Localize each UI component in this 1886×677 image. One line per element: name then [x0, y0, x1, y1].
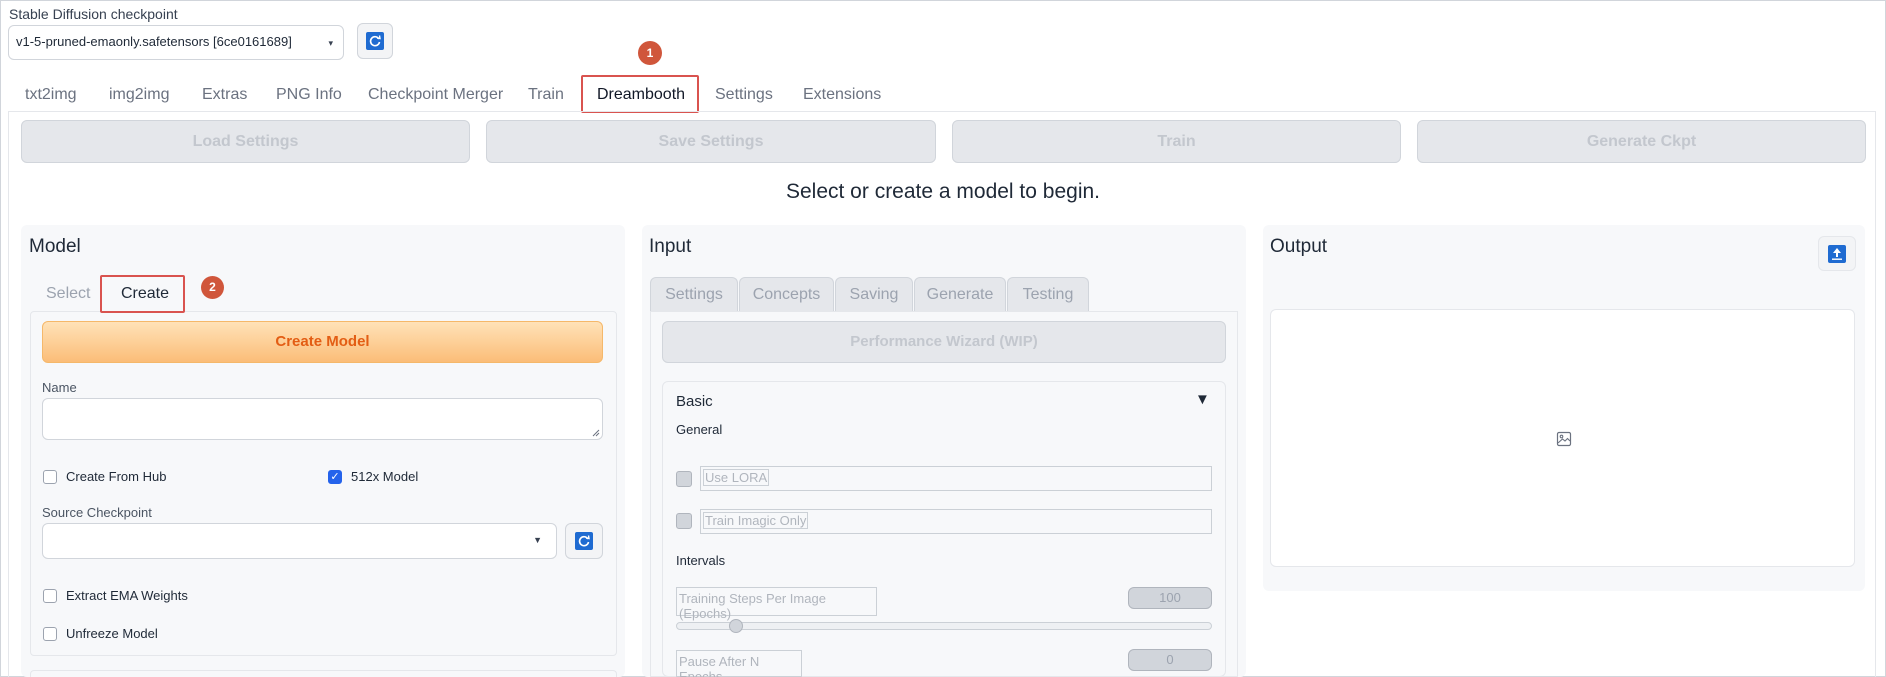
- tab-extras[interactable]: Extras: [202, 80, 247, 110]
- next-section-edge: [30, 670, 617, 677]
- checkpoint-refresh-button[interactable]: [357, 23, 393, 59]
- use-lora-field: Use LORA: [700, 466, 1212, 491]
- intervals-section-label: Intervals: [676, 553, 726, 568]
- refresh-icon: [575, 532, 593, 550]
- input-title: Input: [649, 236, 692, 257]
- training-steps-label-box: Training Steps Per Image (Epochs): [676, 587, 877, 621]
- pause-epochs-input[interactable]: 0: [1128, 649, 1212, 671]
- input-tab-saving[interactable]: Saving: [835, 277, 913, 311]
- name-input[interactable]: [42, 398, 603, 440]
- extract-ema-checkbox[interactable]: [43, 589, 57, 603]
- training-steps-slider-thumb[interactable]: [729, 619, 743, 633]
- generate-ckpt-button[interactable]: Generate Ckpt: [1417, 120, 1866, 163]
- status-message: Select or create a model to begin.: [785, 180, 1100, 203]
- model-512x-checkbox[interactable]: ✓: [328, 470, 342, 484]
- save-settings-button[interactable]: Save Settings: [486, 120, 936, 163]
- input-tab-testing[interactable]: Testing: [1007, 277, 1089, 311]
- general-section-label: General: [676, 422, 723, 437]
- tab-txt2img[interactable]: txt2img: [25, 80, 77, 110]
- name-label: Name: [42, 380, 77, 395]
- tab-extensions[interactable]: Extensions: [803, 80, 881, 110]
- refresh-icon: [366, 32, 384, 50]
- output-gallery: [1270, 309, 1855, 567]
- basic-accordion-title[interactable]: Basic: [676, 393, 713, 410]
- tab-train[interactable]: Train: [528, 80, 564, 110]
- source-checkpoint-label: Source Checkpoint: [42, 505, 152, 520]
- triangle-down-icon[interactable]: ▼: [1195, 391, 1210, 408]
- create-from-hub-checkbox[interactable]: [43, 470, 57, 484]
- checkpoint-dropdown[interactable]: v1-5-pruned-emaonly.safetensors [6ce0161…: [8, 25, 344, 60]
- resize-handle-icon[interactable]: [592, 429, 600, 437]
- unfreeze-model-checkbox[interactable]: [43, 627, 57, 641]
- create-from-hub-label: Create From Hub: [66, 469, 167, 484]
- train-imagic-label: Train Imagic Only: [703, 512, 809, 529]
- chevron-down-icon: ▾: [328, 38, 333, 48]
- training-steps-input[interactable]: 100: [1128, 587, 1212, 609]
- dreambooth-tab-highlight: [581, 75, 699, 113]
- create-model-button[interactable]: Create Model: [42, 321, 603, 363]
- extract-ema-label: Extract EMA Weights: [66, 588, 188, 603]
- train-button[interactable]: Train: [952, 120, 1401, 163]
- use-lora-checkbox[interactable]: [676, 471, 692, 487]
- tab-settings[interactable]: Settings: [715, 80, 773, 110]
- tab-img2img[interactable]: img2img: [109, 80, 169, 110]
- input-tab-generate[interactable]: Generate: [914, 277, 1006, 311]
- pause-epochs-label: Pause After N Epochs: [679, 654, 760, 677]
- model-512x-label: 512x Model: [351, 469, 419, 484]
- model-tab-select[interactable]: Select: [46, 285, 90, 303]
- source-checkpoint-dropdown[interactable]: ▼: [42, 523, 557, 559]
- step-badge-1: 1: [638, 41, 662, 65]
- training-steps-slider[interactable]: [676, 622, 1212, 630]
- scroll-top-icon: [1828, 244, 1846, 263]
- step-badge-2: 2: [201, 276, 224, 299]
- use-lora-label: Use LORA: [703, 469, 770, 486]
- tab-checkpoint-merger[interactable]: Checkpoint Merger: [368, 80, 503, 110]
- output-title: Output: [1270, 236, 1328, 257]
- source-checkpoint-refresh-button[interactable]: [565, 523, 603, 559]
- train-imagic-checkbox[interactable]: [676, 513, 692, 529]
- input-tab-concepts[interactable]: Concepts: [739, 277, 834, 311]
- model-title: Model: [29, 236, 81, 257]
- image-icon: [1556, 431, 1572, 447]
- input-tab-settings[interactable]: Settings: [650, 277, 738, 311]
- checkpoint-label: Stable Diffusion checkpoint: [9, 6, 178, 22]
- model-tab-create[interactable]: Create: [121, 285, 169, 303]
- train-imagic-field: Train Imagic Only: [700, 509, 1212, 534]
- tab-png-info[interactable]: PNG Info: [276, 80, 342, 110]
- pause-epochs-label-box: Pause After N Epochs: [676, 650, 802, 677]
- chevron-down-icon: ▼: [533, 535, 542, 545]
- performance-wizard-button[interactable]: Performance Wizard (WIP): [662, 321, 1226, 363]
- load-settings-button[interactable]: Load Settings: [21, 120, 470, 163]
- unfreeze-model-label: Unfreeze Model: [66, 626, 158, 641]
- checkpoint-dropdown-value: v1-5-pruned-emaonly.safetensors [6ce0161…: [16, 34, 292, 49]
- scroll-top-button[interactable]: [1818, 236, 1856, 271]
